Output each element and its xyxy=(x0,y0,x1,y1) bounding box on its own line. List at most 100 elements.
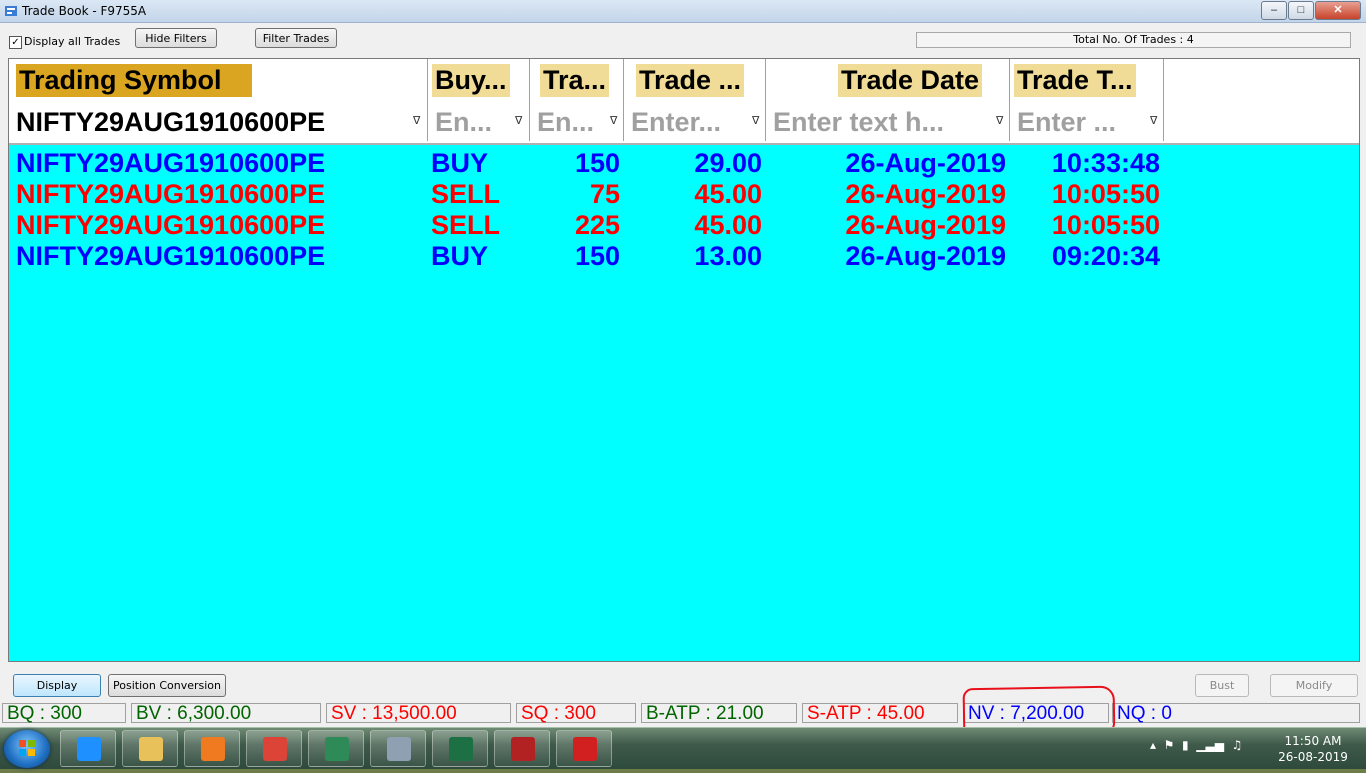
clock-date: 26-08-2019 xyxy=(1278,750,1348,764)
col-header-trade-price[interactable]: Trade ... xyxy=(624,59,766,101)
system-tray[interactable]: ▴ ⚑ ▮ ▁▃▅ ♫ xyxy=(1150,738,1242,752)
calculator-icon xyxy=(387,737,411,761)
filter-cell-trading-symbol[interactable]: NIFTY29AUG1910600PE ∇ xyxy=(9,101,428,141)
trade-book-window: Trade Book - F9755A – □ ✕ ✓ Display all … xyxy=(0,0,1366,727)
filter-cell-trade-qty[interactable]: En... ∇ xyxy=(530,101,624,141)
cell-trade-price: 13.00 xyxy=(694,241,762,271)
cell-trade-time: 10:05:50 xyxy=(1051,210,1160,240)
cell-trade-time: 09:20:34 xyxy=(1051,241,1160,271)
minimize-button[interactable]: – xyxy=(1261,1,1287,20)
col-header-buy-sell[interactable]: Buy... xyxy=(428,59,530,101)
filter-trades-button[interactable]: Filter Trades xyxy=(255,28,337,48)
filter-cell-trade-price[interactable]: Enter... ∇ xyxy=(624,101,766,141)
modify-button[interactable]: Modify xyxy=(1270,674,1358,697)
col-header-trade-qty[interactable]: Tra... xyxy=(530,59,624,101)
bust-button[interactable]: Bust xyxy=(1195,674,1249,697)
taskbar-clock[interactable]: 11:50 AM 26-08-2019 xyxy=(1278,733,1348,765)
table-row[interactable]: NIFTY29AUG1910600PE SELL 225 45.00 26-Aug-20… xyxy=(9,210,1359,241)
taskbar-app[interactable] xyxy=(432,730,488,767)
status-b-atp: B-ATP : 21.00 xyxy=(641,703,797,724)
cell-trade-price: 29.00 xyxy=(694,148,762,178)
taskbar-app[interactable] xyxy=(494,730,550,767)
maximize-button[interactable]: □ xyxy=(1288,1,1314,20)
grid-filter-row: NIFTY29AUG1910600PE ∇ En... ∇ En... ∇ En… xyxy=(9,101,1359,145)
cell-trade-qty: 150 xyxy=(574,148,620,178)
cell-trade-date: 26-Aug-2019 xyxy=(845,148,1006,178)
table-row[interactable]: NIFTY29AUG1910600PE BUY 150 29.00 26-Aug-201… xyxy=(9,148,1359,179)
taskbar-app[interactable] xyxy=(246,730,302,767)
taskbar-app[interactable] xyxy=(122,730,178,767)
cell-trade-qty: 225 xyxy=(574,210,620,240)
status-bv: BV : 6,300.00 xyxy=(131,703,321,724)
cell-buy-sell: BUY xyxy=(431,241,489,271)
cell-trading-symbol: NIFTY29AUG1910600PE xyxy=(16,148,326,178)
status-nv: NV : 7,200.00 xyxy=(963,703,1109,724)
cell-trade-date: 26-Aug-2019 xyxy=(845,241,1006,271)
status-s-atp: S-ATP : 45.00 xyxy=(802,703,958,724)
cell-trading-symbol: NIFTY29AUG1910600PE xyxy=(16,241,326,271)
position-conversion-button[interactable]: Position Conversion xyxy=(108,674,226,697)
cell-trade-time: 10:05:50 xyxy=(1051,179,1160,209)
pdf-icon xyxy=(573,737,597,761)
taskbar-app[interactable] xyxy=(556,730,612,767)
col-label: Trade T... xyxy=(1014,64,1136,97)
mail-icon xyxy=(511,737,535,761)
hide-filters-button[interactable]: Hide Filters xyxy=(135,28,217,48)
app-icon xyxy=(5,6,17,16)
display-all-checkbox[interactable]: ✓ xyxy=(9,36,22,49)
cell-trade-time: 10:33:48 xyxy=(1051,148,1160,178)
filter-input-trade-price[interactable]: Enter... xyxy=(631,106,721,139)
cell-trade-qty: 150 xyxy=(574,241,620,271)
trade-grid[interactable]: Trading Symbol Buy... Tra... Trade ... T… xyxy=(8,58,1360,662)
funnel-icon[interactable]: ∇ xyxy=(996,115,1006,127)
trading-app-icon xyxy=(325,737,349,761)
col-header-trade-time[interactable]: Trade T... xyxy=(1010,59,1164,101)
windows-logo-icon xyxy=(19,740,35,756)
funnel-icon[interactable]: ∇ xyxy=(752,115,762,127)
taskbar-app[interactable] xyxy=(60,730,116,767)
filter-cell-buy-sell[interactable]: En... ∇ xyxy=(428,101,530,141)
table-row[interactable]: NIFTY29AUG1910600PE SELL 75 45.00 26-Aug-201… xyxy=(9,179,1359,210)
status-sq: SQ : 300 xyxy=(516,703,636,724)
col-label: Trade ... xyxy=(636,64,745,97)
cell-buy-sell: BUY xyxy=(431,148,489,178)
cell-buy-sell: SELL xyxy=(431,210,501,240)
filter-cell-trade-date[interactable]: Enter text h... ∇ xyxy=(766,101,1010,141)
ie-icon xyxy=(77,737,101,761)
filter-input-trade-qty[interactable]: En... xyxy=(537,106,594,139)
funnel-icon[interactable]: ∇ xyxy=(413,115,423,127)
col-label: Buy... xyxy=(432,64,510,97)
status-sv: SV : 13,500.00 xyxy=(326,703,511,724)
media-player-icon xyxy=(201,737,225,761)
funnel-icon[interactable]: ∇ xyxy=(1150,115,1160,127)
cell-trade-price: 45.00 xyxy=(694,179,762,209)
filter-input-buy-sell[interactable]: En... xyxy=(435,106,492,139)
col-header-trading-symbol[interactable]: Trading Symbol xyxy=(9,59,428,101)
filter-input-trade-date[interactable]: Enter text h... xyxy=(773,106,944,139)
filter-input-trading-symbol[interactable]: NIFTY29AUG1910600PE xyxy=(16,106,325,139)
taskbar: ▴ ⚑ ▮ ▁▃▅ ♫ xyxy=(0,727,1366,769)
clock-time: 11:50 AM xyxy=(1284,734,1342,748)
status-bq: BQ : 300 xyxy=(2,703,126,724)
close-button[interactable]: ✕ xyxy=(1315,1,1361,20)
col-label: Trading Symbol xyxy=(16,64,252,97)
col-label: Trade Date xyxy=(838,64,983,97)
taskbar-app[interactable] xyxy=(308,730,364,767)
total-trades-count: Total No. Of Trades : 4 xyxy=(916,32,1351,48)
cell-buy-sell: SELL xyxy=(431,179,501,209)
funnel-icon[interactable]: ∇ xyxy=(610,115,620,127)
start-button[interactable] xyxy=(4,730,50,768)
filter-input-trade-time[interactable]: Enter ... xyxy=(1017,106,1116,139)
col-header-trade-date[interactable]: Trade Date xyxy=(766,59,1010,101)
table-row[interactable]: NIFTY29AUG1910600PE BUY 150 13.00 26-Aug-201… xyxy=(9,241,1359,272)
display-button[interactable]: Display xyxy=(13,674,101,697)
display-all-label: Display all Trades xyxy=(24,35,121,48)
funnel-icon[interactable]: ∇ xyxy=(515,115,525,127)
filter-cell-trade-time[interactable]: Enter ... ∇ xyxy=(1010,101,1164,141)
title-bar[interactable]: Trade Book - F9755A – □ ✕ xyxy=(0,0,1366,23)
taskbar-app[interactable] xyxy=(184,730,240,767)
cell-trade-price: 45.00 xyxy=(694,210,762,240)
window-title: Trade Book - F9755A xyxy=(22,4,147,18)
excel-icon xyxy=(449,737,473,761)
taskbar-app[interactable] xyxy=(370,730,426,767)
